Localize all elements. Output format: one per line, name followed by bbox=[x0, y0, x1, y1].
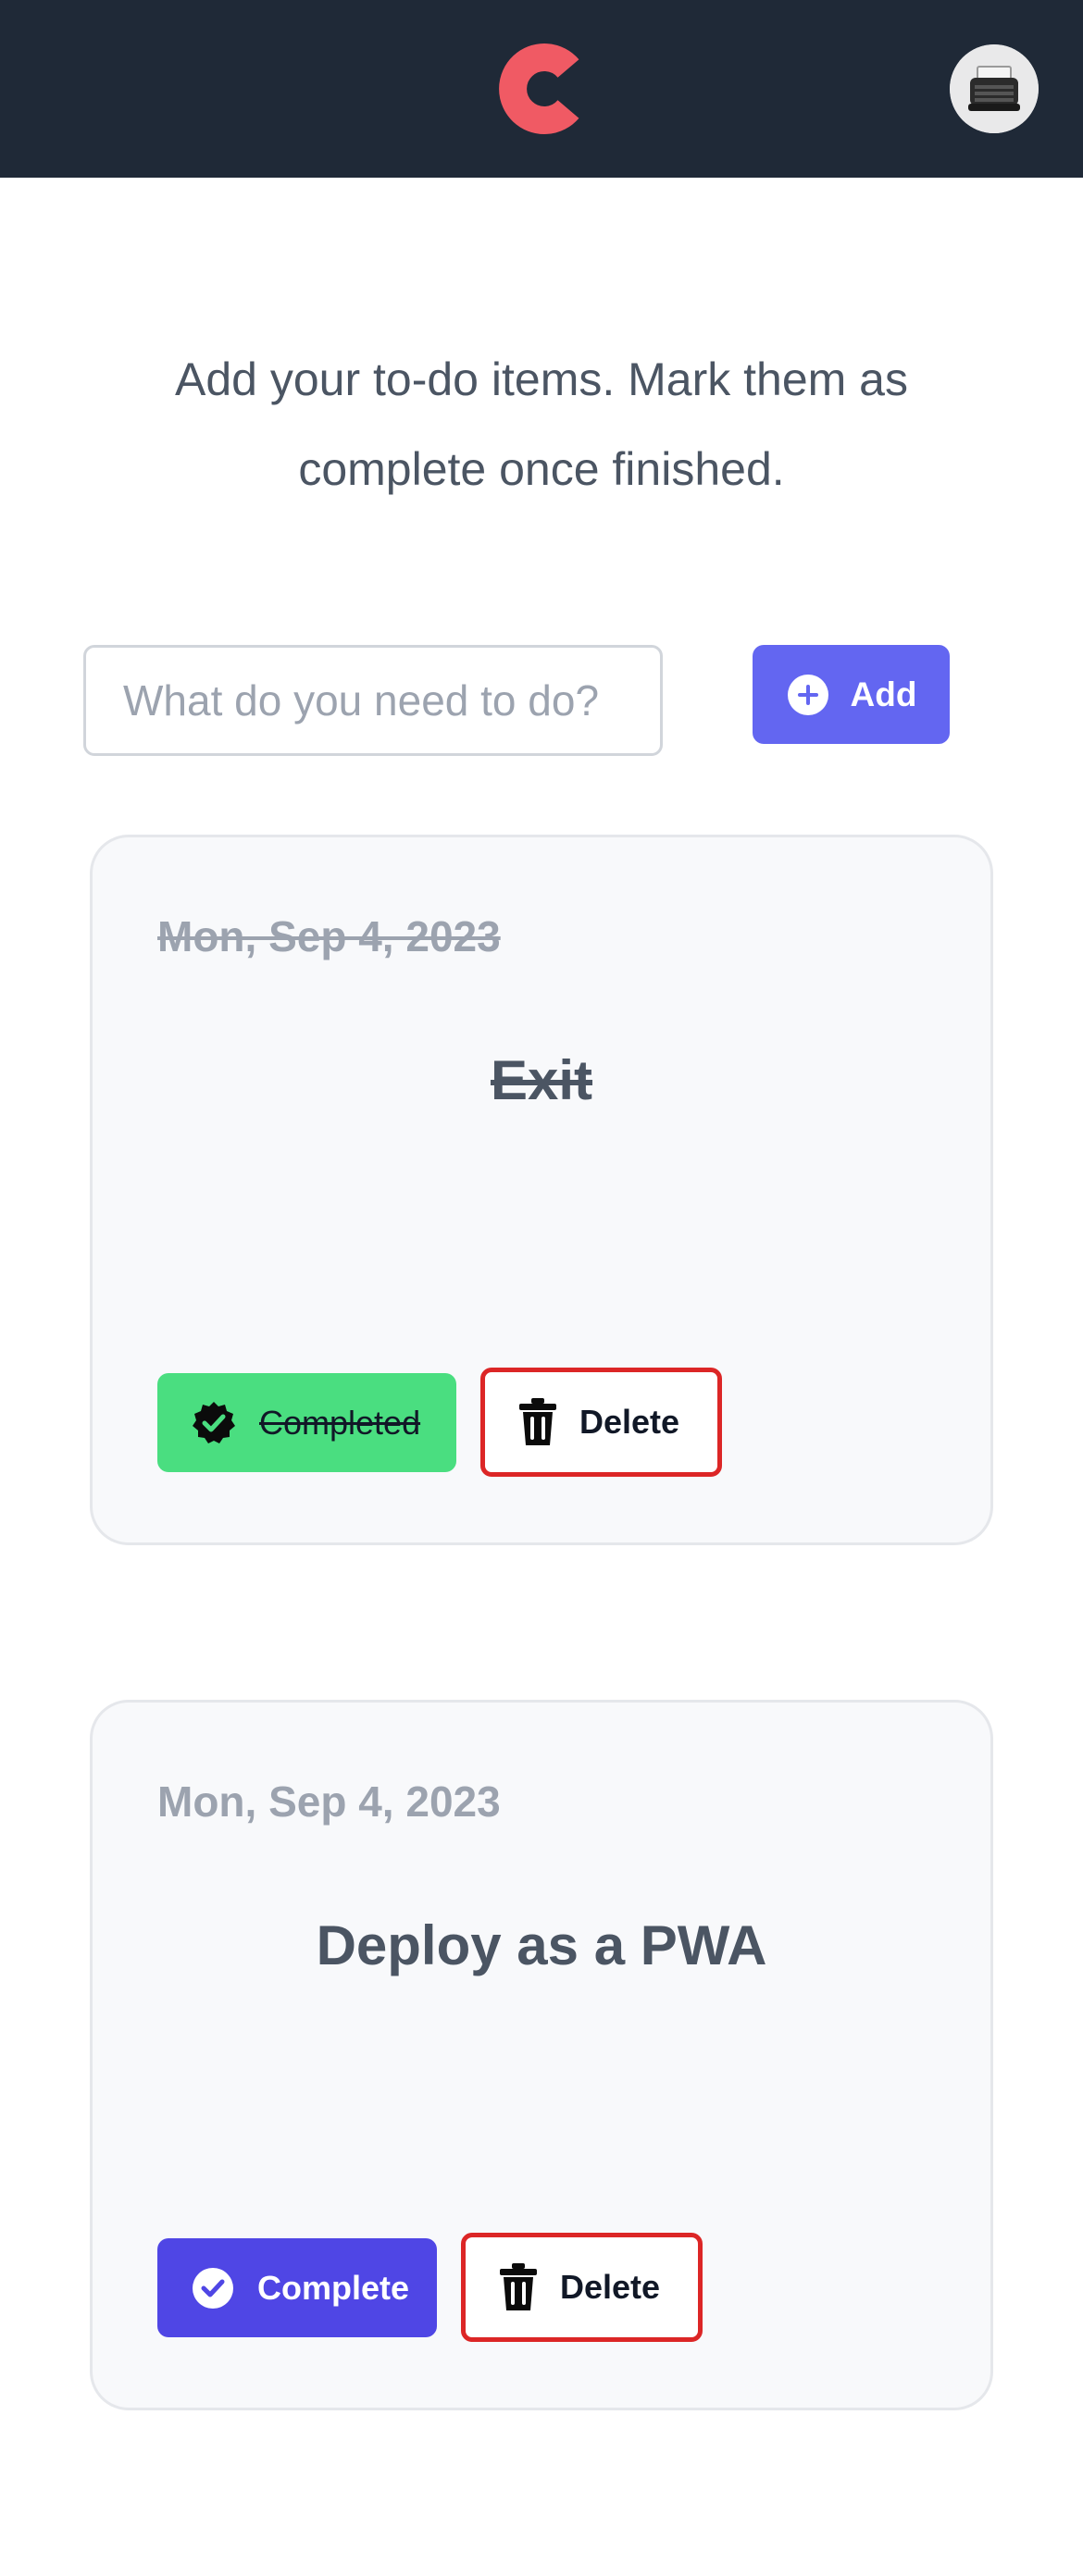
todo-title: Deploy as a PWA bbox=[316, 1914, 767, 1976]
delete-button[interactable]: Delete bbox=[480, 1368, 722, 1477]
complete-button[interactable]: Complete bbox=[157, 2238, 437, 2337]
new-todo-input[interactable] bbox=[83, 645, 663, 756]
todo-card: Mon, Sep 4, 2023 Exit Completed Delete bbox=[90, 835, 993, 1545]
trash-icon bbox=[500, 2263, 537, 2310]
delete-button-label: Delete bbox=[579, 1403, 680, 1441]
check-circle-icon bbox=[193, 2267, 233, 2309]
intro-text: Add your to-do items. Mark them as compl… bbox=[175, 353, 908, 495]
todo-title: Exit bbox=[490, 1049, 593, 1111]
typewriter-avatar-icon bbox=[950, 44, 1039, 133]
plus-circle-icon bbox=[787, 674, 828, 715]
delete-button-label: Delete bbox=[560, 2268, 661, 2306]
complete-button-label: Complete bbox=[257, 2268, 410, 2307]
add-button-label: Add bbox=[850, 675, 917, 713]
todo-card: Mon, Sep 4, 2023 Deploy as a PWA Complet… bbox=[90, 1700, 993, 2410]
completed-button[interactable]: Completed bbox=[157, 1373, 456, 1472]
avatar[interactable] bbox=[950, 44, 1039, 133]
delete-button[interactable]: Delete bbox=[461, 2233, 703, 2342]
app-header bbox=[0, 0, 1083, 178]
completed-button-label: Completed bbox=[259, 1403, 421, 1442]
add-button[interactable]: Add bbox=[753, 645, 950, 744]
todo-date: Mon, Sep 4, 2023 bbox=[157, 912, 501, 960]
todo-date: Mon, Sep 4, 2023 bbox=[157, 1777, 501, 1826]
check-badge-icon bbox=[193, 1401, 235, 1443]
trash-icon bbox=[519, 1398, 556, 1445]
c-logo-icon[interactable] bbox=[489, 37, 592, 141]
